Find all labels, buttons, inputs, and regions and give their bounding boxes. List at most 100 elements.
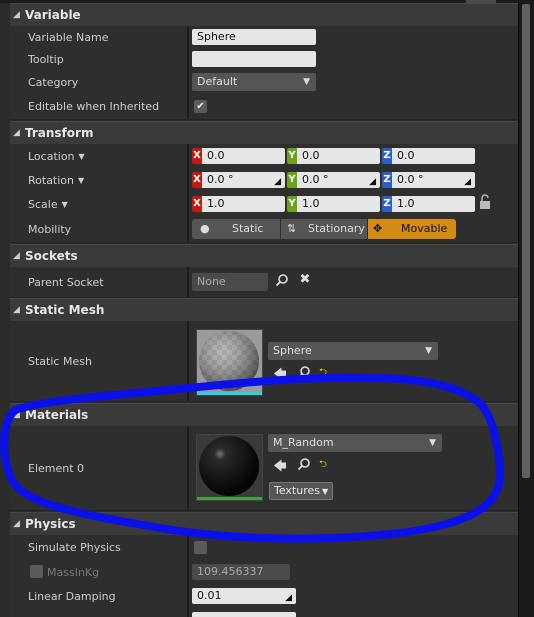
row-mass-in-kg: MassInKg 109.456337 — [10, 560, 518, 585]
next-field-input[interactable] — [192, 612, 296, 617]
spin-icon: ◢ — [285, 593, 292, 603]
section-variable[interactable]: ◢ Variable — [10, 3, 518, 27]
mobility-label: Mobility — [28, 222, 72, 236]
axis-x-label: X — [192, 148, 202, 164]
collapse-arrow-icon[interactable]: ◢ — [13, 251, 23, 261]
stationary-icon: ⇅ — [287, 222, 297, 235]
location-label[interactable]: Location ▼ — [28, 144, 85, 168]
move-icon: ✥ — [373, 222, 383, 235]
static-mesh-asset-dropdown[interactable]: Sphere ▼ — [268, 342, 438, 360]
linear-damping-label: Linear Damping — [28, 589, 116, 603]
rotation-x-input[interactable]: 0.0 ° ◢ — [202, 172, 285, 188]
scale-x-input[interactable]: 1.0 — [202, 196, 285, 212]
section-sockets[interactable]: ◢ Sockets — [10, 244, 518, 268]
parent-socket-label: Parent Socket — [28, 275, 104, 289]
spin-icon: ◢ — [464, 177, 471, 187]
axis-x-label: X — [192, 172, 202, 188]
collapse-arrow-icon[interactable]: ◢ — [13, 10, 23, 20]
material-asset-value: M_Random — [273, 436, 334, 449]
reset-arrow-icon[interactable]: ⮌ — [316, 457, 330, 474]
tooltip-input[interactable] — [192, 51, 316, 67]
row-scale: Scale ▼ X 1.0 Y 1.0 Z 1.0 — [10, 192, 518, 217]
static-icon: ● — [200, 222, 210, 235]
simulate-physics-checkbox[interactable] — [194, 541, 207, 554]
reset-arrow-icon[interactable]: ⮌ — [316, 365, 330, 382]
row-static-mesh: Static Mesh Sphere ▼ 🡄 ⮌ — [10, 321, 518, 402]
row-location: Location ▼ X 0.0 Y 0.0 Z 0.0 — [10, 144, 518, 169]
scale-y-input[interactable]: 1.0 — [297, 196, 380, 212]
material-asset-dropdown[interactable]: M_Random ▼ — [268, 434, 442, 452]
row-mobility: Mobility ● Static ⇅ Stationary ✥ Movable — [10, 216, 518, 243]
use-selected-arrow-icon[interactable]: 🡄 — [272, 365, 288, 387]
use-selected-arrow-icon[interactable]: 🡄 — [272, 457, 288, 479]
row-tooltip: Tooltip — [10, 48, 518, 71]
spin-icon: ◢ — [369, 177, 376, 187]
row-category: Category Default ▼ — [10, 70, 518, 95]
element-0-label: Element 0 — [28, 461, 85, 475]
collapse-arrow-icon[interactable]: ◢ — [13, 410, 23, 420]
category-label: Category — [28, 75, 79, 89]
details-panel: ◢ Variable Variable Name Sphere Tooltip … — [0, 0, 518, 617]
chevron-down-icon: ▼ — [61, 199, 68, 209]
section-title: Sockets — [25, 249, 78, 263]
section-physics[interactable]: ◢ Physics — [10, 512, 518, 536]
chevron-down-icon: ▼ — [429, 438, 436, 448]
simulate-physics-label: Simulate Physics — [28, 541, 121, 554]
section-materials[interactable]: ◢ Materials — [10, 403, 518, 427]
axis-x-label: X — [192, 196, 202, 212]
mass-in-kg-input: 109.456337 — [192, 564, 290, 580]
mobility-static-button[interactable]: ● Static — [192, 219, 280, 239]
browse-search-icon[interactable] — [296, 365, 312, 383]
clear-icon[interactable]: ✖ — [297, 272, 313, 287]
search-icon[interactable] — [274, 273, 290, 291]
editable-inherited-checkbox[interactable]: ✔ — [194, 100, 207, 113]
lock-icon[interactable] — [478, 194, 492, 214]
variable-name-input[interactable]: Sphere — [192, 29, 316, 45]
textures-dropdown-button[interactable]: Textures ▼ — [269, 482, 334, 500]
rotation-label[interactable]: Rotation ▼ — [28, 168, 84, 192]
chevron-down-icon: ▼ — [303, 77, 310, 87]
row-linear-damping: Linear Damping 0.01 ◢ — [10, 584, 518, 609]
section-static-mesh[interactable]: ◢ Static Mesh — [10, 298, 518, 322]
chevron-down-icon: ▼ — [78, 175, 85, 185]
axis-y-label: Y — [287, 148, 297, 164]
row-variable-name: Variable Name Sphere — [10, 26, 518, 49]
linear-damping-input[interactable]: 0.01 ◢ — [192, 588, 296, 604]
variable-name-label: Variable Name — [28, 30, 109, 44]
static-mesh-asset-value: Sphere — [273, 344, 312, 357]
tooltip-label: Tooltip — [28, 52, 64, 66]
axis-z-label: Z — [382, 148, 392, 164]
section-title: Materials — [25, 408, 89, 422]
mass-override-checkbox[interactable] — [30, 565, 43, 578]
location-y-input[interactable]: 0.0 — [297, 148, 380, 164]
row-material-element-0: Element 0 M_Random ▼ 🡄 ⮌ Textures ▼ — [10, 426, 518, 511]
static-mesh-thumbnail[interactable] — [196, 329, 263, 396]
row-editable-inherited: Editable when Inherited ✔ — [10, 94, 518, 120]
row-parent-socket: Parent Socket None ✖ — [10, 267, 518, 298]
rotation-z-input[interactable]: 0.0 ° ◢ — [392, 172, 475, 188]
section-title: Physics — [25, 517, 76, 531]
collapse-arrow-icon[interactable]: ◢ — [13, 128, 23, 138]
static-mesh-label: Static Mesh — [28, 354, 92, 368]
axis-z-label: Z — [382, 172, 392, 188]
collapse-arrow-icon[interactable]: ◢ — [13, 305, 23, 315]
scale-label[interactable]: Scale ▼ — [28, 192, 68, 216]
location-x-input[interactable]: 0.0 — [202, 148, 285, 164]
rotation-y-input[interactable]: 0.0 ° ◢ — [297, 172, 380, 188]
vertical-scrollbar[interactable] — [518, 0, 534, 617]
scale-z-input[interactable]: 1.0 — [392, 196, 475, 212]
section-transform[interactable]: ◢ Transform — [10, 121, 518, 145]
location-z-input[interactable]: 0.0 — [392, 148, 475, 164]
chevron-down-icon: ▼ — [425, 346, 432, 356]
category-dropdown[interactable]: Default ▼ — [192, 73, 316, 91]
editable-inherited-label: Editable when Inherited — [28, 100, 160, 113]
section-title: Static Mesh — [25, 303, 105, 317]
mobility-stationary-button[interactable]: ⇅ Stationary — [281, 219, 367, 239]
material-thumbnail[interactable] — [196, 434, 263, 501]
mobility-movable-button[interactable]: ✥ Movable — [368, 219, 456, 239]
browse-search-icon[interactable] — [296, 457, 312, 475]
spin-icon: ◢ — [274, 177, 281, 187]
vertical-scroll-thumb[interactable] — [522, 4, 530, 478]
parent-socket-input[interactable]: None — [192, 273, 268, 291]
collapse-arrow-icon[interactable]: ◢ — [13, 519, 23, 529]
